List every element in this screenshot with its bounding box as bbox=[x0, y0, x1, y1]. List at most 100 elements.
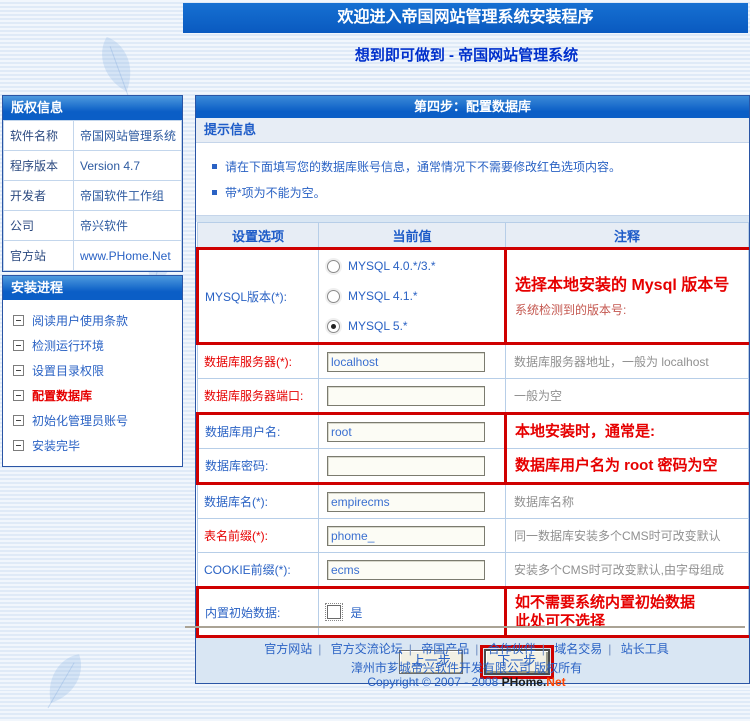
separator: | bbox=[542, 642, 545, 656]
db-server-note: 数据库服务器地址，一般为 localhost bbox=[506, 344, 749, 379]
db-port-note: 一般为空 bbox=[506, 379, 749, 414]
footer-link-forum[interactable]: 官方交流论坛 bbox=[331, 642, 403, 656]
annotation-text: 此处可不选择 bbox=[515, 612, 747, 631]
table-row: 程序版本 Version 4.7 bbox=[4, 151, 182, 181]
copyright-text: Copyright © 2007 - 2008 bbox=[367, 675, 501, 689]
mysql-version-label: MYSQL版本(*): bbox=[198, 249, 319, 344]
install-progress-panel: 安装进程 阅读用户使用条款 检测运行环境 设置目录权限 配置数据库 初始化管理员… bbox=[2, 275, 183, 467]
copyright-panel-title: 版权信息 bbox=[3, 96, 182, 120]
db-port-label: 数据库服务器端口: bbox=[198, 379, 319, 414]
init-data-row: 内置初始数据: 是 如不需要系统内置初始数据 此处可不选择 bbox=[198, 588, 749, 637]
db-server-input[interactable] bbox=[327, 352, 485, 372]
radio-label: MYSQL 4.1.* bbox=[348, 289, 418, 303]
progress-step-label: 安装完毕 bbox=[32, 437, 80, 454]
progress-step-license: 阅读用户使用条款 bbox=[13, 308, 182, 333]
copyright-value: 帝国软件工作组 bbox=[74, 181, 182, 211]
table-row: 公司 帝兴软件 bbox=[4, 211, 182, 241]
footer-link-partners[interactable]: 合作伙伴 bbox=[488, 642, 536, 656]
progress-step-permissions: 设置目录权限 bbox=[13, 358, 182, 383]
db-user-row: 数据库用户名: 本地安装时，通常是: bbox=[198, 414, 749, 449]
column-header-note: 注释 bbox=[506, 223, 749, 249]
table-prefix-input[interactable] bbox=[327, 526, 485, 546]
tree-node-icon bbox=[13, 415, 24, 426]
copyright-label: 程序版本 bbox=[4, 151, 74, 181]
footer-link-official-site[interactable]: 官方网站 bbox=[264, 642, 312, 656]
copyright-label: 开发者 bbox=[4, 181, 74, 211]
mysql-41-option[interactable]: MYSQL 4.1.* bbox=[327, 281, 503, 311]
mysql-5-option[interactable]: MYSQL 5.* bbox=[327, 311, 503, 341]
table-header-row: 设置选项 当前值 注释 bbox=[198, 223, 749, 249]
column-header-setting: 设置选项 bbox=[198, 223, 319, 249]
cookie-prefix-note: 安装多个CMS时可改变默认,由字母组成 bbox=[506, 553, 749, 588]
radio-icon[interactable] bbox=[327, 260, 340, 273]
table-row: 软件名称 帝国网站管理系统 bbox=[4, 121, 182, 151]
progress-step-admin: 初始化管理员账号 bbox=[13, 408, 182, 433]
radio-icon[interactable] bbox=[327, 290, 340, 303]
table-prefix-note: 同一数据库安装多个CMS时可改变默认 bbox=[506, 519, 749, 553]
annotation-text: 如不需要系统内置初始数据 bbox=[515, 593, 747, 612]
brand-name: PHome. bbox=[502, 675, 547, 689]
hint-item: 请在下面填写您的数据库账号信息，通常情况下不需要修改红色选项内容。 bbox=[208, 153, 737, 179]
db-password-label: 数据库密码: bbox=[198, 449, 319, 484]
bullet-icon bbox=[212, 190, 217, 195]
db-port-row: 数据库服务器端口: 一般为空 bbox=[198, 379, 749, 414]
hint-text: 带*项为不能为空。 bbox=[225, 184, 326, 201]
table-prefix-row: 表名前缀(*): 同一数据库安装多个CMS时可改变默认 bbox=[198, 519, 749, 553]
progress-step-label: 初始化管理员账号 bbox=[32, 412, 128, 429]
db-name-note: 数据库名称 bbox=[506, 484, 749, 519]
annotation-text: 数据库用户名为 root 密码为空 bbox=[515, 457, 718, 474]
cookie-prefix-input[interactable] bbox=[327, 560, 485, 580]
annotation-text: 选择本地安装的 Mysql 版本号 bbox=[515, 275, 747, 297]
db-name-input[interactable] bbox=[327, 492, 485, 512]
footer-links: 官方网站 | 官方交流论坛 | 帝国产品 | 合作伙伴 | 域名交易 | 站长工具 bbox=[185, 640, 748, 657]
db-user-input[interactable] bbox=[327, 422, 485, 442]
column-header-value: 当前值 bbox=[319, 223, 506, 249]
mysql-version-note: 选择本地安装的 Mysql 版本号 系统检测到的版本号: bbox=[506, 249, 749, 344]
leaf-decoration bbox=[27, 643, 99, 721]
footer-link-webmaster-tools[interactable]: 站长工具 bbox=[621, 642, 669, 656]
hint-item: 带*项为不能为空。 bbox=[208, 179, 737, 205]
table-row: 官方站 www.PHome.Net bbox=[4, 241, 182, 271]
tree-node-icon bbox=[13, 340, 24, 351]
step-title-bar: 第四步：配置数据库 bbox=[196, 96, 749, 118]
checkbox-label: 是 bbox=[350, 606, 362, 620]
radio-icon-selected[interactable] bbox=[327, 320, 340, 333]
cookie-prefix-row: COOKIE前缀(*): 安装多个CMS时可改变默认,由字母组成 bbox=[198, 553, 749, 588]
tree-node-icon bbox=[13, 365, 24, 376]
progress-step-finish: 安装完毕 bbox=[13, 433, 182, 458]
install-progress-title: 安装进程 bbox=[3, 276, 182, 300]
copyright-value: 帝国网站管理系统 bbox=[74, 121, 182, 151]
init-data-checkbox[interactable] bbox=[327, 605, 341, 619]
mysql-version-options: MYSQL 4.0.*/3.* MYSQL 4.1.* MYSQL 5.* bbox=[319, 249, 506, 344]
progress-step-label: 设置目录权限 bbox=[32, 362, 104, 379]
db-name-row: 数据库名(*): 数据库名称 bbox=[198, 484, 749, 519]
footer-link-domains[interactable]: 域名交易 bbox=[554, 642, 602, 656]
footer-link-products[interactable]: 帝国产品 bbox=[421, 642, 469, 656]
copyright-panel: 版权信息 软件名称 帝国网站管理系统 程序版本 Version 4.7 开发者 … bbox=[2, 95, 183, 272]
progress-step-label: 检测运行环境 bbox=[32, 337, 104, 354]
table-row: 开发者 帝国软件工作组 bbox=[4, 181, 182, 211]
main-panel: 第四步：配置数据库 提示信息 请在下面填写您的数据库账号信息，通常情况下不需要修… bbox=[195, 95, 750, 684]
separator: | bbox=[475, 642, 478, 656]
hint-section-body: 请在下面填写您的数据库账号信息，通常情况下不需要修改红色选项内容。 带*项为不能… bbox=[196, 143, 749, 216]
db-port-input[interactable] bbox=[327, 386, 485, 406]
slogan: 想到即可做到 - 帝国网站管理系统 bbox=[185, 44, 748, 65]
copyright-label: 公司 bbox=[4, 211, 74, 241]
welcome-banner: 欢迎进入帝国网站管理系统安装程序 bbox=[183, 3, 748, 33]
db-password-input[interactable] bbox=[327, 456, 485, 476]
separator: | bbox=[608, 642, 611, 656]
db-server-row: 数据库服务器(*): 数据库服务器地址，一般为 localhost bbox=[198, 344, 749, 379]
copyright-line: Copyright © 2007 - 2008 PHome.Net bbox=[185, 675, 748, 689]
separator: | bbox=[409, 642, 412, 656]
copyright-table: 软件名称 帝国网站管理系统 程序版本 Version 4.7 开发者 帝国软件工… bbox=[3, 120, 182, 271]
db-server-label: 数据库服务器(*): bbox=[198, 344, 319, 379]
tree-node-icon bbox=[13, 440, 24, 451]
progress-step-database-current: 配置数据库 bbox=[13, 383, 182, 408]
cookie-prefix-label: COOKIE前缀(*): bbox=[198, 553, 319, 588]
copyright-label: 官方站 bbox=[4, 241, 74, 271]
database-config-table: 设置选项 当前值 注释 MYSQL版本(*): MYSQL 4.0.*/3.* … bbox=[196, 222, 749, 638]
official-site-link[interactable]: www.PHome.Net bbox=[74, 241, 182, 271]
separator: | bbox=[318, 642, 321, 656]
bullet-icon bbox=[212, 164, 217, 169]
mysql-40-option[interactable]: MYSQL 4.0.*/3.* bbox=[327, 251, 503, 281]
